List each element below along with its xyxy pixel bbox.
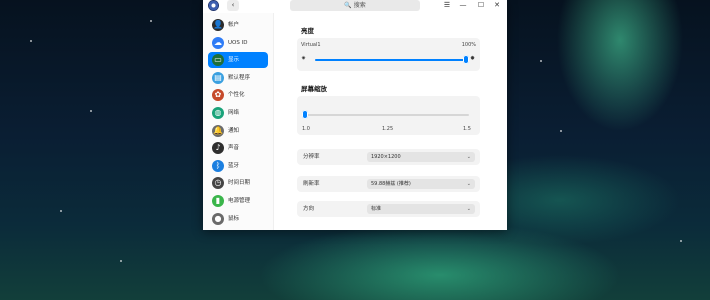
- sidebar-item-label: 显示: [228, 57, 240, 64]
- network-icon: ◍: [212, 107, 224, 119]
- brightness-card: Virtual1 100% ✷ ✸: [297, 38, 480, 71]
- sidebar-item-mouse[interactable]: ● 鼠标: [208, 211, 268, 227]
- sidebar-item-power[interactable]: ▮ 电源管理: [208, 193, 268, 209]
- sidebar-item-label: 鼠标: [228, 215, 240, 222]
- cloud-icon: ☁: [212, 36, 224, 49]
- refresh-rate-label: 刷新率: [303, 181, 320, 187]
- resolution-value: 1920×1200: [371, 154, 401, 160]
- scaling-tick-label: 1.5: [463, 126, 471, 132]
- search-placeholder: 搜索: [353, 2, 366, 9]
- settings-window: ‹ 🔍 搜索 ☰ — ☐ ✕ 👤 帐户 ☁ UOS ID ▭ 显示 ▤ 默认程序 ✿ 个性化 ◍ 网络 🔔…: [203, 0, 507, 230]
- mouse-icon: ●: [212, 212, 224, 225]
- orientation-row: 方向 标准 ⌄: [297, 201, 480, 217]
- brightness-slider-fill: [315, 59, 466, 61]
- sidebar-item-notification[interactable]: 🔔 通知: [208, 123, 268, 139]
- sidebar-item-label: 声音: [228, 145, 240, 152]
- sidebar-item-personalization[interactable]: ✿ 个性化: [208, 87, 268, 103]
- clock-icon: ◷: [212, 177, 224, 190]
- default-apps-icon: ▤: [212, 71, 224, 84]
- scaling-tick-label: 1.0: [302, 126, 310, 132]
- maximize-button[interactable]: ☐: [475, 0, 487, 11]
- scaling-slider-track[interactable]: [305, 114, 469, 116]
- brightness-slider-handle[interactable]: [463, 55, 469, 64]
- star: [90, 110, 92, 112]
- sidebar-item-label: 通知: [228, 127, 240, 134]
- sound-icon: ♪: [212, 142, 224, 155]
- user-icon: 👤: [212, 19, 224, 31]
- sidebar-item-label: 网络: [228, 110, 240, 116]
- star: [60, 210, 62, 212]
- star: [540, 60, 542, 62]
- search-input[interactable]: 🔍 搜索: [290, 0, 420, 11]
- close-button[interactable]: ✕: [491, 0, 503, 11]
- sidebar-item-bluetooth[interactable]: ᛒ 蓝牙: [208, 158, 268, 174]
- refresh-rate-select[interactable]: 59.88赫兹 (推荐) ⌄: [367, 179, 475, 189]
- search-icon: 🔍: [344, 2, 352, 9]
- notification-icon: 🔔: [212, 124, 224, 137]
- resolution-row: 分辨率 1920×1200 ⌄: [297, 149, 480, 165]
- sidebar-item-label: 时间日期: [228, 180, 251, 187]
- back-button[interactable]: ‹: [227, 0, 239, 11]
- resolution-select[interactable]: 1920×1200 ⌄: [367, 152, 475, 162]
- scaling-tick-label: 1.25: [382, 126, 394, 132]
- sidebar-item-uos-id[interactable]: ☁ UOS ID: [208, 35, 268, 51]
- star: [120, 260, 122, 262]
- orientation-value: 标准: [371, 206, 382, 212]
- brightness-value: 100%: [461, 42, 476, 48]
- brightness-low-icon: ✷: [301, 55, 307, 62]
- sidebar-item-account[interactable]: 👤 帐户: [208, 17, 268, 33]
- menu-button[interactable]: ☰: [441, 0, 453, 11]
- minimize-button[interactable]: —: [457, 0, 469, 11]
- scaling-card: 1.0 1.25 1.5: [297, 96, 480, 135]
- orientation-select[interactable]: 标准 ⌄: [367, 204, 475, 214]
- orientation-label: 方向: [303, 206, 315, 212]
- refresh-rate-row: 刷新率 59.88赫兹 (推荐) ⌄: [297, 176, 480, 192]
- monitor-name: Virtual1: [301, 42, 321, 48]
- sidebar-item-label: 个性化: [228, 92, 245, 99]
- sidebar-item-default-apps[interactable]: ▤ 默认程序: [208, 70, 268, 86]
- resolution-label: 分辨率: [303, 154, 320, 160]
- brightness-title: 亮度: [301, 27, 314, 35]
- sidebar-item-label: 帐户: [228, 22, 240, 28]
- display-settings: 亮度 Virtual1 100% ✷ ✸ 屏幕缩放 1.0 1.25 1.5 分…: [274, 13, 507, 230]
- refresh-rate-value: 59.88赫兹 (推荐): [371, 181, 411, 187]
- sidebar-item-label: 蓝牙: [228, 162, 240, 169]
- chevron-down-icon: ⌄: [466, 181, 471, 187]
- star: [560, 130, 562, 132]
- star: [680, 240, 682, 242]
- sidebar-item-label: 默认程序: [228, 74, 251, 81]
- star: [30, 40, 32, 42]
- scaling-title: 屏幕缩放: [301, 85, 327, 93]
- brightness-high-icon: ✸: [470, 55, 476, 62]
- sidebar: 👤 帐户 ☁ UOS ID ▭ 显示 ▤ 默认程序 ✿ 个性化 ◍ 网络 🔔 通知 ♪ 声音 ᛒ 蓝牙 ◷ 时间日期 ▮…: [203, 13, 274, 230]
- sidebar-item-label: 电源管理: [228, 198, 251, 204]
- scaling-slider-handle[interactable]: [302, 110, 308, 119]
- app-logo-icon: [208, 0, 219, 11]
- chevron-down-icon: ⌄: [466, 206, 471, 212]
- chevron-down-icon: ⌄: [466, 154, 471, 160]
- sidebar-item-time-date[interactable]: ◷ 时间日期: [208, 175, 268, 191]
- sidebar-item-sound[interactable]: ♪ 声音: [208, 140, 268, 156]
- sidebar-item-network[interactable]: ◍ 网络: [208, 105, 268, 121]
- sidebar-item-display[interactable]: ▭ 显示: [208, 52, 268, 69]
- personalization-icon: ✿: [212, 89, 224, 102]
- bluetooth-icon: ᛒ: [212, 159, 224, 172]
- titlebar: ‹ 🔍 搜索 ☰ — ☐ ✕: [203, 0, 507, 13]
- battery-icon: ▮: [212, 195, 224, 207]
- star: [150, 20, 152, 22]
- display-icon: ▭: [212, 54, 224, 67]
- sidebar-item-label: UOS ID: [228, 39, 248, 46]
